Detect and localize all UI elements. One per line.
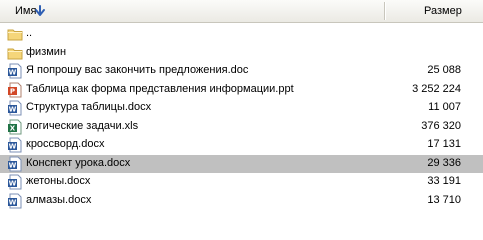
file-row[interactable]: Xлогические задачи.xls 376 320 [0, 118, 483, 136]
file-row[interactable]: .. [0, 25, 483, 43]
file-name: физмин [26, 46, 67, 58]
word-doc-icon: W [7, 156, 23, 172]
column-header-bar: Имя Размер [0, 0, 483, 23]
svg-text:W: W [9, 162, 17, 170]
svg-text:W: W [9, 69, 17, 77]
file-row[interactable]: W Конспект урока.docx 29 336 [0, 155, 483, 173]
word-doc-icon: W [7, 100, 23, 116]
file-size: 3 252 224 [412, 83, 461, 95]
column-header-separator[interactable] [384, 2, 385, 20]
column-header-name[interactable]: Имя [0, 0, 384, 22]
file-name: логические задачи.xls [26, 120, 139, 132]
column-header-size-label: Размер [424, 5, 462, 17]
file-size: 13 710 [427, 194, 461, 206]
word-doc-icon: W [7, 137, 23, 153]
svg-text:W: W [9, 143, 17, 151]
folder-icon [7, 26, 23, 42]
file-name: .. [26, 27, 33, 39]
file-size: 33 191 [427, 175, 461, 187]
file-name: жетоны.docx [26, 175, 91, 187]
powerpoint-icon: P [7, 82, 23, 98]
folder-icon [7, 45, 23, 61]
file-list: .. физмин W Я попрошу вас закончить предлож… [0, 23, 483, 214]
file-name: Структура таблицы.docx [26, 101, 152, 113]
file-row[interactable]: физмин [0, 44, 483, 62]
file-size: 376 320 [421, 120, 461, 132]
word-doc-icon: W [7, 63, 23, 79]
file-name: алмазы.docx [26, 194, 92, 206]
file-name: Я попрошу вас закончить предложения.doc [26, 64, 249, 76]
svg-text:W: W [9, 180, 17, 188]
file-size: 29 336 [427, 157, 461, 169]
file-name: Конспект урока.docx [26, 157, 131, 169]
file-row[interactable]: P Таблица как форма представления информа… [0, 81, 483, 99]
column-header-size[interactable]: Размер [386, 0, 483, 22]
file-row[interactable]: Wалмазы.docx 13 710 [0, 192, 483, 210]
file-row[interactable]: W Я попрошу вас закончить предложения.doc… [0, 62, 483, 80]
svg-text:W: W [9, 199, 17, 207]
word-doc-icon: W [7, 174, 23, 190]
arrow-down-icon [35, 5, 45, 16]
file-size: 11 007 [428, 101, 461, 113]
file-row[interactable]: W Структура таблицы.docx 11 007 [0, 99, 483, 117]
file-size: 17 131 [427, 138, 461, 150]
file-name: кроссворд.docx [26, 138, 105, 150]
svg-text:W: W [9, 106, 17, 114]
excel-icon: X [7, 119, 23, 135]
word-doc-icon: W [7, 193, 23, 209]
file-name: Таблица как форма представления информац… [26, 83, 294, 95]
svg-text:P: P [10, 88, 15, 96]
file-row[interactable]: Wкроссворд.docx 17 131 [0, 136, 483, 154]
file-row[interactable]: Wжетоны.docx 33 191 [0, 173, 483, 191]
svg-text:X: X [10, 125, 16, 133]
file-size: 25 088 [427, 64, 461, 76]
